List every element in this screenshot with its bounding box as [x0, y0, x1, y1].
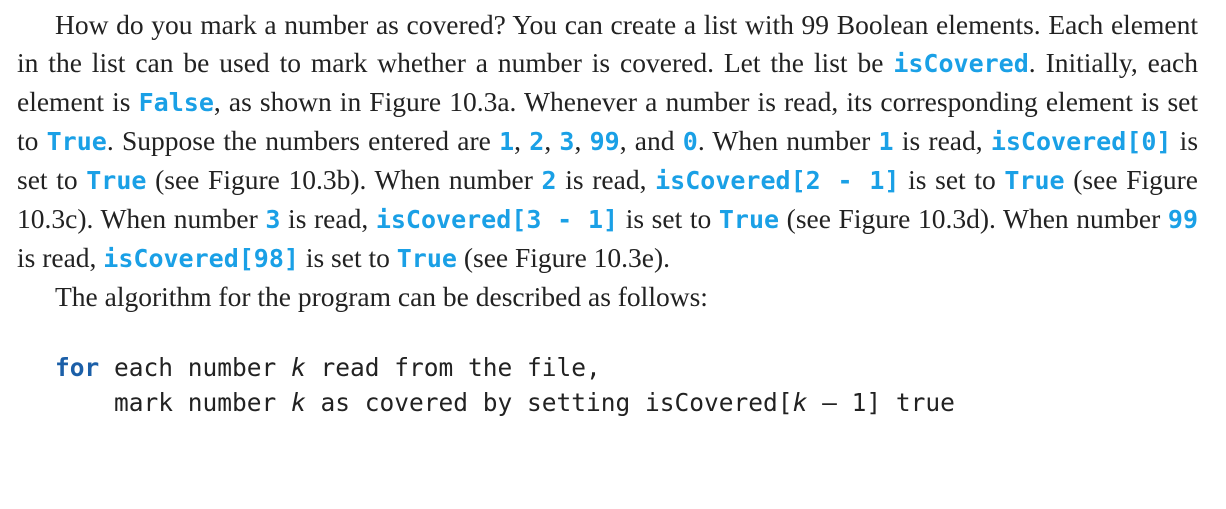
code-text: each number: [99, 353, 292, 382]
code-iscovered-index: isCovered[2 - 1]: [655, 166, 900, 195]
code-text: read from the file,: [305, 353, 601, 382]
explanation-paragraph: How do you mark a number as covered? You…: [17, 6, 1198, 278]
code-number: 3: [265, 205, 281, 234]
text-run: is set to: [618, 203, 719, 234]
text-run: ,: [514, 125, 530, 156]
code-true: True: [46, 127, 107, 156]
text-run: ,: [574, 125, 590, 156]
text-run: . When number: [697, 125, 879, 156]
algorithm-line-1: for each number k read from the file,: [55, 350, 1198, 385]
code-text: – 1] true: [807, 388, 955, 417]
text-run: is set to: [899, 164, 1005, 195]
keyword-for: for: [55, 353, 100, 382]
code-number: 1: [499, 127, 515, 156]
code-number: 1: [878, 127, 894, 156]
text-run: is set to: [298, 242, 397, 273]
code-number: 0: [682, 127, 698, 156]
code-number: 99: [1167, 205, 1198, 234]
text-run: is read,: [893, 125, 991, 156]
code-number: 3: [559, 127, 575, 156]
code-false: False: [138, 88, 214, 117]
text-run: . Suppose the numbers entered are: [106, 125, 500, 156]
text-run: is read,: [17, 242, 104, 273]
code-text: as covered by setting isCovered[: [305, 388, 793, 417]
text-run: (see Figure 10.3e).: [456, 242, 671, 273]
code-true: True: [1004, 166, 1065, 195]
code-true: True: [396, 244, 457, 273]
text-run: ,: [544, 125, 560, 156]
code-number: 2: [529, 127, 545, 156]
text-run: is read,: [556, 164, 656, 195]
algorithm-line-2: mark number k as covered by setting isCo…: [55, 385, 1198, 420]
code-variable: k: [291, 388, 306, 417]
code-iscovered-index: isCovered[3 - 1]: [375, 205, 619, 234]
code-text: mark number: [114, 388, 292, 417]
algorithm-code-block: for each number k read from the file, ma…: [55, 350, 1198, 420]
code-variable: k: [291, 353, 306, 382]
code-iscovered-index: isCovered[98]: [103, 244, 299, 273]
text-page: How do you mark a number as covered? You…: [17, 6, 1198, 420]
code-iscovered: isCovered: [893, 49, 1029, 78]
code-true: True: [86, 166, 147, 195]
code-number: 2: [541, 166, 557, 195]
text-run: (see Figure 10.3d). When number: [779, 203, 1168, 234]
code-true: True: [718, 205, 780, 234]
code-variable: k: [792, 388, 808, 417]
text-run: is read,: [280, 203, 376, 234]
code-number: 99: [589, 127, 620, 156]
text-run: , and: [619, 125, 683, 156]
algorithm-intro-paragraph: The algorithm for the program can be des…: [55, 281, 708, 312]
text-run: (see Figure 10.3b). When num­ber: [146, 164, 542, 195]
code-iscovered-index: isCovered[0]: [990, 127, 1172, 156]
